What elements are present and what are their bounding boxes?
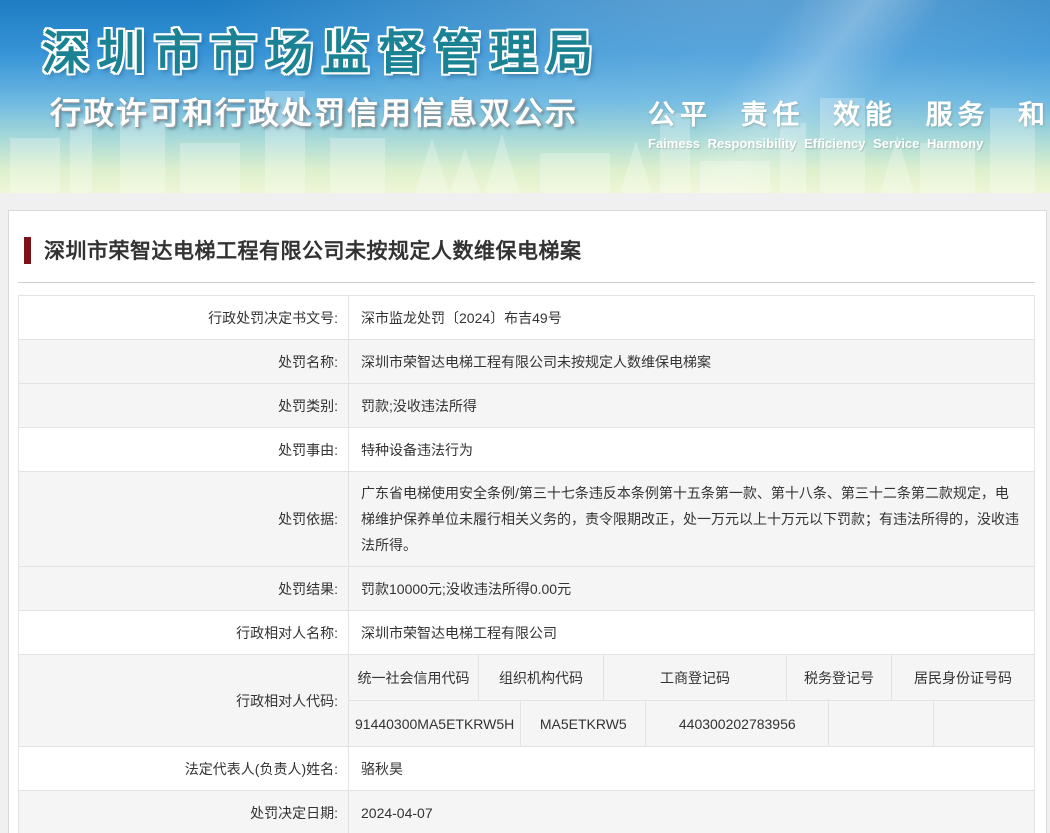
codes-value: 440300202783956 <box>646 701 829 746</box>
row-decision-doc-number: 行政处罚决定书文号: 深市监龙处罚〔2024〕布吉49号 <box>19 296 1034 340</box>
party-codes-subtable: 统一社会信用代码 组织机构代码 工商登记码 税务登记号 居民身份证号码 9144… <box>349 655 1034 746</box>
title-accent-bar <box>24 237 31 264</box>
field-label: 处罚结果: <box>19 567 349 610</box>
field-value: 罚款10000元;没收违法所得0.00元 <box>349 567 1034 610</box>
row-penalty-result: 处罚结果: 罚款10000元;没收违法所得0.00元 <box>19 567 1034 611</box>
header-banner: 深圳市市场监督管理局 行政许可和行政处罚信用信息双公示 公平 责任 效能 服务 … <box>0 0 1050 193</box>
field-value: 骆秋昊 <box>349 747 1034 790</box>
field-value: 深市监龙处罚〔2024〕布吉49号 <box>349 296 1034 339</box>
row-penalty-name: 处罚名称: 深圳市荣智达电梯工程有限公司未按规定人数维保电梯案 <box>19 340 1034 384</box>
codes-header: 税务登记号 <box>787 655 892 700</box>
codes-value <box>829 701 934 746</box>
row-decision-date: 处罚决定日期: 2024-04-07 <box>19 791 1034 833</box>
field-label: 处罚事由: <box>19 428 349 471</box>
penalty-info-table: 行政处罚决定书文号: 深市监龙处罚〔2024〕布吉49号 处罚名称: 深圳市荣智… <box>18 295 1035 833</box>
field-value: 2024-04-07 <box>349 791 1034 833</box>
field-label: 处罚类别: <box>19 384 349 427</box>
field-label: 行政相对人名称: <box>19 611 349 654</box>
field-label: 行政处罚决定书文号: <box>19 296 349 339</box>
content-card: 深圳市荣智达电梯工程有限公司未按规定人数维保电梯案 行政处罚决定书文号: 深市监… <box>8 210 1047 833</box>
field-label: 处罚决定日期: <box>19 791 349 833</box>
codes-header-row: 统一社会信用代码 组织机构代码 工商登记码 税务登记号 居民身份证号码 <box>349 655 1034 701</box>
codes-header: 居民身份证号码 <box>892 655 1034 700</box>
field-label: 法定代表人(负责人)姓名: <box>19 747 349 790</box>
field-label: 处罚名称: <box>19 340 349 383</box>
slogan-chinese: 公平 责任 效能 服务 和谐 <box>648 93 1028 132</box>
codes-value: 91440300MA5ETKRW5H <box>349 701 521 746</box>
field-value: 特种设备违法行为 <box>349 428 1034 471</box>
site-title: 深圳市市场监督管理局 <box>42 14 602 83</box>
case-title-section: 深圳市荣智达电梯工程有限公司未按规定人数维保电梯案 <box>18 211 1035 283</box>
field-label: 处罚依据: <box>19 472 349 566</box>
row-legal-representative: 法定代表人(负责人)姓名: 骆秋昊 <box>19 747 1034 791</box>
field-label: 行政相对人代码: <box>19 655 349 746</box>
case-title: 深圳市荣智达电梯工程有限公司未按规定人数维保电梯案 <box>44 235 582 265</box>
slogan-block: 公平 责任 效能 服务 和谐 Faimess Responsibility Ef… <box>648 93 1028 151</box>
row-party-codes: 行政相对人代码: 统一社会信用代码 组织机构代码 工商登记码 税务登记号 居民身… <box>19 655 1034 747</box>
site-subtitle: 行政许可和行政处罚信用信息双公示 <box>50 88 578 133</box>
codes-value <box>934 701 1034 746</box>
row-penalty-basis: 处罚依据: 广东省电梯使用安全条例/第三十七条违反本条例第十五条第一款、第十八条… <box>19 472 1034 567</box>
field-value: 广东省电梯使用安全条例/第三十七条违反本条例第十五条第一款、第十八条、第三十二条… <box>349 472 1034 566</box>
field-value: 罚款;没收违法所得 <box>349 384 1034 427</box>
field-value: 深圳市荣智达电梯工程有限公司 <box>349 611 1034 654</box>
row-penalty-reason: 处罚事由: 特种设备违法行为 <box>19 428 1034 472</box>
codes-header: 统一社会信用代码 <box>349 655 479 700</box>
field-value: 深圳市荣智达电梯工程有限公司未按规定人数维保电梯案 <box>349 340 1034 383</box>
slogan-english: Faimess Responsibility Efficiency Servic… <box>648 136 1028 151</box>
codes-value-row: 91440300MA5ETKRW5H MA5ETKRW5 44030020278… <box>349 701 1034 746</box>
codes-value: MA5ETKRW5 <box>521 701 646 746</box>
codes-header: 工商登记码 <box>604 655 787 700</box>
row-penalty-category: 处罚类别: 罚款;没收违法所得 <box>19 384 1034 428</box>
codes-header: 组织机构代码 <box>479 655 604 700</box>
row-party-name: 行政相对人名称: 深圳市荣智达电梯工程有限公司 <box>19 611 1034 655</box>
